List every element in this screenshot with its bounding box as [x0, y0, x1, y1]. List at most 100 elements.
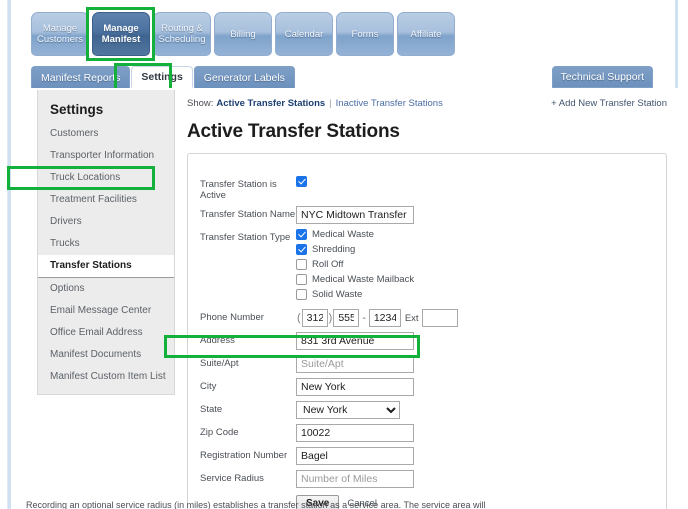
primary-tab-label: Billing — [230, 28, 256, 40]
sidebar-item-label: Manifest Documents — [50, 349, 142, 360]
below-panel-note: Recording an optional service radius (in… — [26, 500, 486, 509]
main-panel: Show: Active Transfer Stations | Inactiv… — [175, 90, 681, 509]
type-checkbox-group: Medical Waste Shredding Roll Off Medical… — [296, 229, 414, 304]
phone-prefix-input[interactable] — [333, 309, 360, 327]
city-control — [296, 378, 414, 396]
form-row-address: Address — [188, 332, 666, 350]
form-row-suite: Suite/Apt — [188, 355, 666, 373]
state-control: New York — [296, 401, 400, 419]
city-input[interactable] — [296, 378, 414, 396]
form-row-city: City — [188, 378, 666, 396]
type-option-shredding[interactable]: Shredding — [296, 244, 414, 255]
zip-code-input[interactable] — [296, 424, 414, 442]
primary-tab-label: Calendar — [284, 28, 324, 40]
phone-area-code-input[interactable] — [301, 309, 328, 327]
primary-tab-manage-customers[interactable]: Manage Customers — [31, 12, 89, 56]
add-new-transfer-station-link[interactable]: + Add New Transfer Station — [551, 98, 667, 109]
suite-label: Suite/Apt — [200, 358, 239, 369]
phone-ext-input[interactable] — [421, 309, 458, 327]
service-radius-label: Service Radius — [200, 473, 264, 484]
secondary-tab-settings[interactable]: Settings — [131, 66, 193, 88]
checkbox-shredding[interactable] — [296, 244, 307, 255]
active-label: Transfer Station is Active — [200, 179, 277, 201]
primary-tab-forms[interactable]: Forms — [336, 12, 394, 56]
zip-control — [296, 424, 414, 442]
sidebar-item-manifest-documents[interactable]: Manifest Documents — [38, 344, 174, 366]
form-row-service-radius: Service Radius — [188, 470, 666, 488]
form-row-state: State New York — [188, 401, 666, 419]
sidebar-item-label: Transporter Information — [50, 150, 155, 161]
state-select[interactable]: New York — [296, 401, 400, 419]
phone-label: Phone Number — [200, 312, 264, 323]
secondary-tab-label: Generator Labels — [203, 71, 285, 84]
sidebar-item-drivers[interactable]: Drivers — [38, 211, 174, 233]
sidebar-item-label: Options — [50, 283, 85, 294]
show-separator: | — [329, 98, 332, 109]
primary-tab-routing-scheduling[interactable]: Routing & Scheduling — [153, 12, 211, 56]
name-control — [296, 206, 414, 224]
secondary-tab-label: Manifest Reports — [41, 71, 121, 84]
sidebar-item-manifest-custom-item-list[interactable]: Manifest Custom Item List — [38, 366, 174, 388]
sidebar-item-truck-locations[interactable]: Truck Locations — [38, 167, 174, 189]
sidebar-item-label: Email Message Center — [50, 305, 152, 316]
primary-tab-label: Forms — [351, 28, 379, 40]
primary-tab-affiliate[interactable]: Affiliate — [397, 12, 455, 56]
service-radius-control — [296, 470, 414, 488]
type-option-label: Roll Off — [312, 259, 344, 270]
page-body: Manage Customers Manage Manifest Routing… — [7, 0, 681, 509]
active-control — [296, 176, 312, 187]
type-option-medical-waste-mailback[interactable]: Medical Waste Mailback — [296, 274, 414, 285]
type-option-roll-off[interactable]: Roll Off — [296, 259, 414, 270]
sidebar-item-options[interactable]: Options — [38, 278, 174, 300]
zip-label: Zip Code — [200, 427, 239, 438]
type-option-medical-waste[interactable]: Medical Waste — [296, 229, 414, 240]
sidebar-item-label: Treatment Facilities — [50, 194, 137, 205]
sidebar-item-treatment-facilities[interactable]: Treatment Facilities — [38, 189, 174, 211]
phone-ext-label: Ext — [404, 312, 419, 324]
show-active-transfer-stations-link[interactable]: Active Transfer Stations — [216, 98, 325, 109]
service-radius-input[interactable] — [296, 470, 414, 488]
sidebar-item-label: Truck Locations — [50, 172, 121, 183]
form-row-active: Transfer Station is Active — [188, 176, 666, 201]
primary-tab-label: Manage Customers — [37, 23, 83, 45]
checkbox-medical-waste[interactable] — [296, 229, 307, 240]
registration-number-input[interactable] — [296, 447, 414, 465]
transfer-station-name-input[interactable] — [296, 206, 414, 224]
primary-tab-billing[interactable]: Billing — [214, 12, 272, 56]
secondary-tab-generator-labels[interactable]: Generator Labels — [193, 66, 295, 88]
sidebar-item-email-message-center[interactable]: Email Message Center — [38, 300, 174, 322]
page-title: Active Transfer Stations — [187, 121, 400, 142]
checkbox-medical-waste-mailback[interactable] — [296, 274, 307, 285]
type-option-label: Shredding — [312, 244, 356, 255]
registration-control — [296, 447, 414, 465]
secondary-tab-manifest-reports[interactable]: Manifest Reports — [31, 66, 131, 88]
sidebar-item-trucks[interactable]: Trucks — [38, 233, 174, 255]
form-row-name: Transfer Station Name — [188, 206, 666, 224]
sidebar-item-office-email-address[interactable]: Office Email Address — [38, 322, 174, 344]
sidebar-item-customers[interactable]: Customers — [38, 123, 174, 145]
secondary-tab-label: Settings — [141, 71, 183, 83]
checkbox-roll-off[interactable] — [296, 259, 307, 270]
state-label: State — [200, 404, 223, 415]
sidebar-item-label: Customers — [50, 128, 99, 139]
sidebar-item-transfer-stations[interactable]: Transfer Stations — [38, 255, 174, 278]
show-inactive-transfer-stations-link[interactable]: Inactive Transfer Stations — [336, 98, 443, 109]
phone-line-input[interactable] — [368, 309, 401, 327]
type-option-label: Medical Waste — [312, 229, 374, 240]
phone-dash: - — [362, 312, 366, 324]
technical-support-label: Technical Support — [560, 71, 644, 83]
primary-tab-manage-manifest[interactable]: Manage Manifest — [92, 12, 150, 56]
checkbox-solid-waste[interactable] — [296, 289, 307, 300]
type-option-solid-waste[interactable]: Solid Waste — [296, 289, 414, 300]
phone-control-group: ( ) - Ext — [296, 309, 458, 327]
sidebar-item-transporter-information[interactable]: Transporter Information — [38, 145, 174, 167]
technical-support-button[interactable]: Technical Support — [551, 66, 653, 88]
name-label: Transfer Station Name — [200, 209, 296, 220]
address-control — [296, 332, 414, 350]
primary-tab-calendar[interactable]: Calendar — [275, 12, 333, 56]
type-option-label: Solid Waste — [312, 289, 363, 300]
address-input[interactable] — [296, 332, 414, 350]
settings-sidebar: Settings Customers Transporter Informati… — [37, 90, 175, 395]
suite-apt-input[interactable] — [296, 355, 414, 373]
transfer-station-active-checkbox[interactable] — [296, 176, 307, 187]
